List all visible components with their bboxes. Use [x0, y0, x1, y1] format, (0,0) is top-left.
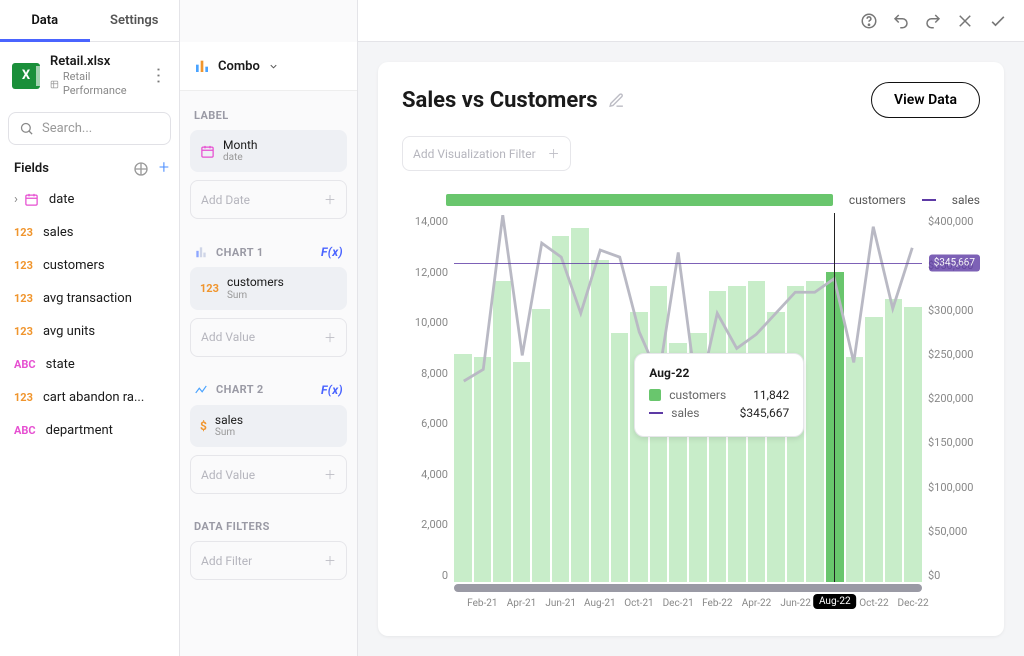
search-input[interactable]: Search...	[8, 112, 171, 145]
excel-icon: X	[12, 63, 40, 89]
close-icon[interactable]	[956, 12, 974, 30]
expand-icon[interactable]: ›	[14, 192, 18, 207]
field-avg-transaction[interactable]: 123avg transaction	[0, 282, 179, 315]
chart-type-selector[interactable]: Combo	[180, 42, 357, 91]
section-chart1: CHART 1	[216, 246, 264, 259]
section-label: LABEL	[194, 109, 229, 122]
chart-title: Sales vs Customers	[402, 88, 598, 113]
bar-Sep-22[interactable]	[846, 357, 864, 582]
section-chart2: CHART 2	[216, 383, 264, 396]
source-more-icon[interactable]: ⋯	[148, 67, 169, 85]
source-subtitle: Retail Performance	[50, 70, 139, 98]
calendar-icon	[24, 192, 39, 207]
combo-chart-icon	[194, 58, 210, 74]
legend-label-customers: customers	[849, 193, 906, 207]
field-department[interactable]: ABCdepartment	[0, 414, 179, 447]
bar-Oct-22[interactable]: Oct-22	[865, 317, 883, 582]
data-source-row: X Retail.xlsx Retail Performance ⋯	[0, 42, 179, 106]
field-avg-units[interactable]: 123avg units	[0, 315, 179, 348]
plus-icon: ＋	[324, 466, 336, 483]
fx-chart1[interactable]: F(x)	[321, 245, 343, 259]
add-value-chart1[interactable]: Add Value＋	[190, 318, 347, 357]
fx-chart2[interactable]: F(x)	[321, 383, 343, 397]
bar-Dec-22[interactable]: Dec-22	[904, 307, 922, 582]
plus-icon: ＋	[324, 329, 336, 346]
y-axis-right: $400,000$350,000$300,000$250,000$200,000…	[922, 213, 980, 616]
crosshair-h: $345,667	[454, 263, 922, 264]
left-tabs: Data Settings	[0, 0, 179, 42]
field-customers[interactable]: 123customers	[0, 249, 179, 282]
field-date[interactable]: › date	[0, 183, 179, 216]
bar-Nov-22[interactable]	[885, 299, 903, 582]
chart-tooltip: Aug-22 customers11,842 sales$345,667	[634, 353, 804, 437]
tab-settings[interactable]: Settings	[90, 0, 180, 41]
field-state[interactable]: ABCstate	[0, 348, 179, 381]
add-value-chart2[interactable]: Add Value＋	[190, 455, 347, 494]
bar-Jul-21[interactable]	[571, 228, 589, 582]
confirm-icon[interactable]	[988, 11, 1008, 31]
chart2-field-chip[interactable]: $ salesSum	[190, 405, 347, 447]
search-icon	[19, 121, 34, 136]
number-type-icon: 123	[14, 259, 33, 272]
bar-Jun-21[interactable]: Jun-21	[552, 236, 570, 582]
bar-Feb-21[interactable]: Feb-21	[474, 357, 492, 582]
add-date-drop[interactable]: Add Date＋	[190, 180, 347, 219]
combo-chart[interactable]: 14,00012,00010,0008,0006,0004,0002,0000 …	[402, 213, 980, 616]
calendar-icon	[200, 144, 215, 159]
line-chart-icon	[194, 383, 208, 397]
field-list: › date 123sales 123customers 123avg tran…	[0, 183, 179, 447]
plus-icon: ＋	[324, 191, 336, 208]
field-config-icon[interactable]	[133, 161, 149, 177]
legend-swatch-customers	[446, 194, 833, 206]
window-toolbar	[358, 0, 1024, 42]
chart-legend: customers sales	[446, 193, 980, 207]
edit-title-icon[interactable]	[608, 92, 625, 109]
currency-icon: $	[200, 419, 207, 433]
label-chip-month[interactable]: Monthdate	[190, 130, 347, 172]
chevron-down-icon	[268, 61, 279, 72]
add-viz-filter[interactable]: Add Visualization Filter ＋	[402, 136, 571, 171]
crosshair-v	[834, 213, 835, 582]
bar-May-21[interactable]	[532, 309, 550, 582]
chart1-field-chip[interactable]: 123 customersSum	[190, 267, 347, 309]
undo-icon[interactable]	[892, 12, 910, 30]
crosshair-value-tag: $345,667	[929, 255, 980, 272]
fields-heading: Fields	[14, 161, 49, 176]
section-filters: DATA FILTERS	[194, 520, 270, 533]
bar-Aug-21[interactable]: Aug-21	[591, 260, 609, 582]
number-type-icon: 123	[14, 292, 33, 305]
add-field-icon[interactable]: +	[159, 161, 169, 177]
field-sales[interactable]: 123sales	[0, 216, 179, 249]
field-cart-abandon[interactable]: 123cart abandon ra...	[0, 381, 179, 414]
legend-label-sales: sales	[952, 193, 980, 207]
x-scrollbar[interactable]	[454, 584, 922, 592]
bar-Apr-21[interactable]: Apr-21	[513, 362, 531, 582]
bar-chart-icon	[194, 245, 208, 259]
bar-Jan-21[interactable]	[454, 354, 472, 582]
y-axis-left: 14,00012,00010,0008,0006,0004,0002,0000	[402, 213, 454, 616]
plus-icon: ＋	[324, 552, 336, 569]
view-data-button[interactable]: View Data	[871, 82, 980, 118]
text-type-icon: ABC	[14, 358, 36, 371]
number-type-icon: 123	[200, 282, 219, 295]
plot-area[interactable]: Feb-21Apr-21Jun-21Aug-21Oct-21Dec-21Feb-…	[454, 213, 922, 616]
add-filter-drop[interactable]: Add Filter＋	[190, 541, 347, 580]
number-type-icon: 123	[14, 391, 33, 404]
bar-Sep-21[interactable]	[611, 333, 629, 582]
bar-Mar-21[interactable]	[493, 281, 511, 582]
legend-swatch-sales	[922, 199, 936, 201]
bar-Jul-22[interactable]	[806, 281, 824, 582]
text-type-icon: ABC	[14, 424, 36, 437]
number-type-icon: 123	[14, 325, 33, 338]
redo-icon[interactable]	[924, 12, 942, 30]
source-title: Retail.xlsx	[50, 54, 139, 70]
tab-data[interactable]: Data	[0, 0, 90, 41]
help-icon[interactable]	[860, 12, 878, 30]
number-type-icon: 123	[14, 226, 33, 239]
plus-icon: ＋	[548, 145, 560, 162]
